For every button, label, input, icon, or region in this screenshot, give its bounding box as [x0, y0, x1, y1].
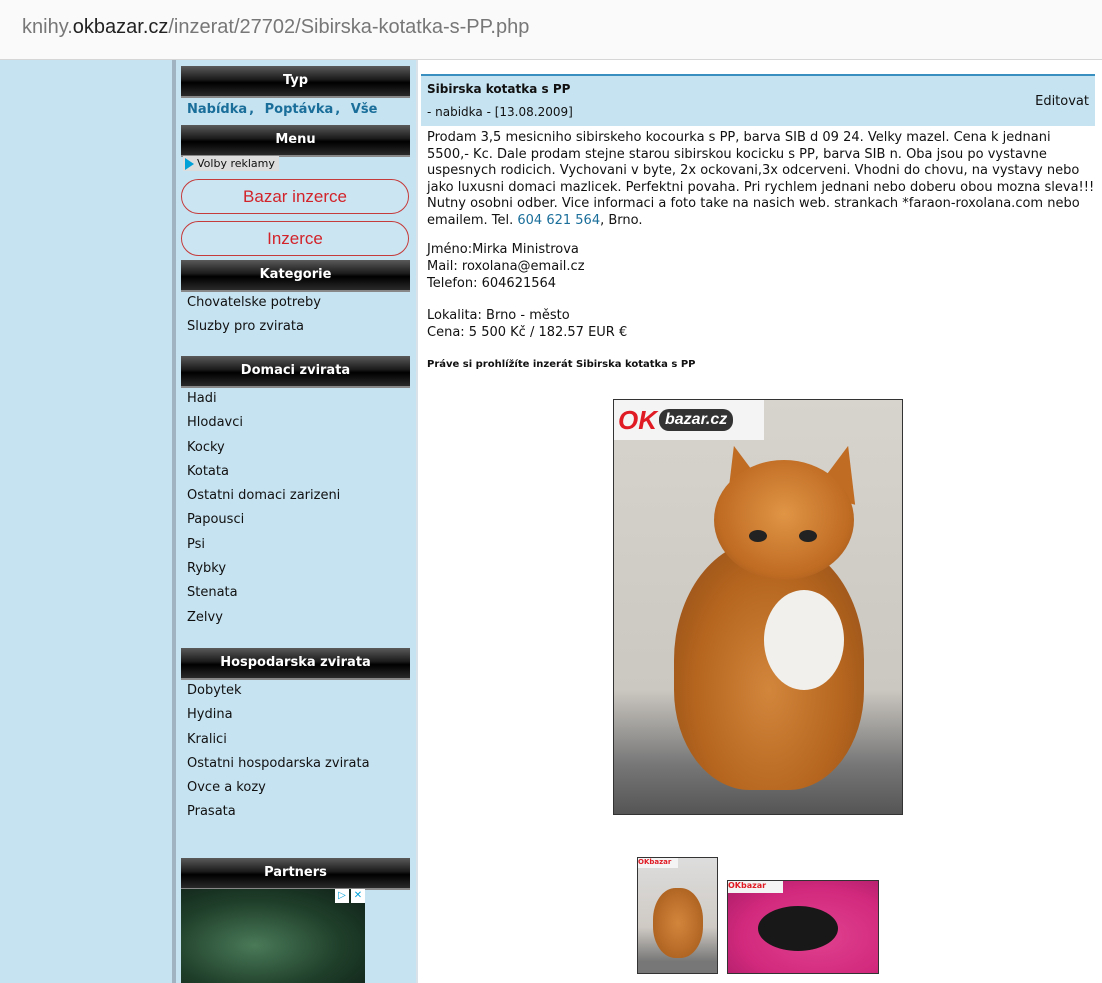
sidebar-item-ovce-a-kozy[interactable]: Ovce a kozy — [187, 776, 370, 800]
kategorie-header: Kategorie — [181, 260, 410, 292]
ad-options-label: Volby reklamy — [197, 157, 275, 170]
adchoices-icon[interactable]: ▷ — [335, 889, 349, 903]
partners-header: Partners — [181, 858, 410, 890]
contact-name: Jméno:Mirka Ministrova — [427, 242, 579, 257]
listing-description: Prodam 3,5 mesicniho sibirskeho kocourka… — [427, 130, 1095, 228]
kategorie-list: Chovatelske potreby Sluzby pro zvirata — [187, 291, 321, 340]
typ-link-nabidka[interactable]: Nabídka — [187, 102, 247, 117]
sidebar-item-hadi[interactable]: Hadi — [187, 387, 340, 411]
url-path: /inzerat/27702/Sibirska-kotatka-s-PP.php — [168, 16, 530, 38]
contact-info: Jméno:Mirka Ministrova Mail: roxolana@em… — [427, 241, 627, 341]
inzerce-button[interactable]: Inzerce — [181, 221, 409, 256]
sidebar-item-dobytek[interactable]: Dobytek — [187, 679, 370, 703]
sidebar-item-prasata[interactable]: Prasata — [187, 800, 370, 824]
edit-link[interactable]: Editovat — [1035, 94, 1089, 109]
domaci-zvirata-header: Domaci zvirata — [181, 356, 410, 388]
viewing-note: Práve si prohlížíte inzerát Sibirska kot… — [427, 359, 696, 370]
listing-subtitle: - nabidka - [13.08.2009] — [427, 105, 573, 119]
sidebar-item-sluzby-pro-zvirata[interactable]: Sluzby pro zvirata — [187, 315, 321, 339]
main-photo[interactable]: OK bazar.cz — [613, 399, 903, 815]
sidebar-item-psi[interactable]: Psi — [187, 533, 340, 557]
thumbnail-2[interactable]: OKbazar — [727, 880, 879, 974]
sidebar-item-kotata[interactable]: Kotata — [187, 460, 340, 484]
address-bar[interactable]: knihy.okbazar.cz/inzerat/27702/Sibirska-… — [0, 0, 1102, 60]
sidebar-item-hlodavci[interactable]: Hlodavci — [187, 411, 340, 435]
sidebar-item-kralici[interactable]: Kralici — [187, 728, 370, 752]
adchoices-icon — [185, 157, 194, 170]
listing-titlebar: Sibirska kotatka s PP - nabidka - [13.08… — [421, 74, 1095, 126]
sidebar-item-rybky[interactable]: Rybky — [187, 557, 340, 581]
listing-title: Sibirska kotatka s PP — [427, 82, 571, 96]
thumbnail-1[interactable]: OKbazar — [637, 857, 718, 974]
sidebar: Typ Nabídka, Poptávka, Vše Menu Volby re… — [176, 60, 416, 983]
menu-header: Menu — [181, 125, 410, 157]
typ-links: Nabídka, Poptávka, Vše — [187, 102, 378, 117]
ad-options-button[interactable]: Volby reklamy — [183, 156, 279, 171]
sidebar-item-hydina[interactable]: Hydina — [187, 703, 370, 727]
phone-link[interactable]: 604 621 564 — [517, 213, 600, 228]
contact-phone: Telefon: 604621564 — [427, 276, 557, 291]
sidebar-item-chovatelske-potreby[interactable]: Chovatelske potreby — [187, 291, 321, 315]
hospodarska-zvirata-list: Dobytek Hydina Kralici Ostatni hospodars… — [187, 679, 370, 825]
typ-header: Typ — [181, 66, 410, 98]
sidebar-item-ostatni-hospodarska[interactable]: Ostatni hospodarska zvirata — [187, 752, 370, 776]
hospodarska-zvirata-header: Hospodarska zvirata — [181, 648, 410, 680]
url-prefix: knihy. — [22, 16, 73, 38]
sidebar-item-ostatni-domaci[interactable]: Ostatni domaci zarizeni — [187, 484, 340, 508]
okbazar-logo: OK bazar.cz — [614, 400, 764, 440]
typ-link-vse[interactable]: Vše — [351, 102, 378, 117]
sidebar-item-stenata[interactable]: Stenata — [187, 581, 340, 605]
listing-price: Cena: 5 500 Kč / 182.57 EUR € — [427, 325, 628, 340]
contact-mail: Mail: roxolana@email.cz — [427, 259, 585, 274]
sidebar-item-papousci[interactable]: Papousci — [187, 508, 340, 532]
typ-link-poptavka[interactable]: Poptávka — [265, 102, 334, 117]
listing-location: Lokalita: Brno - město — [427, 308, 570, 323]
url-domain: okbazar.cz — [72, 16, 169, 38]
url-text[interactable]: knihy.okbazar.cz/inzerat/27702/Sibirska-… — [22, 16, 529, 39]
sidebar-item-zelvy[interactable]: Zelvy — [187, 606, 340, 630]
bazar-inzerce-button[interactable]: Bazar inzerce — [181, 179, 409, 214]
partner-ad-image[interactable]: ▷ ✕ — [181, 889, 365, 983]
listing-content: Sibirska kotatka s PP - nabidka - [13.08… — [418, 60, 1102, 983]
domaci-zvirata-list: Hadi Hlodavci Kocky Kotata Ostatni domac… — [187, 387, 340, 630]
sidebar-item-kocky[interactable]: Kocky — [187, 436, 340, 460]
close-icon[interactable]: ✕ — [351, 889, 365, 903]
